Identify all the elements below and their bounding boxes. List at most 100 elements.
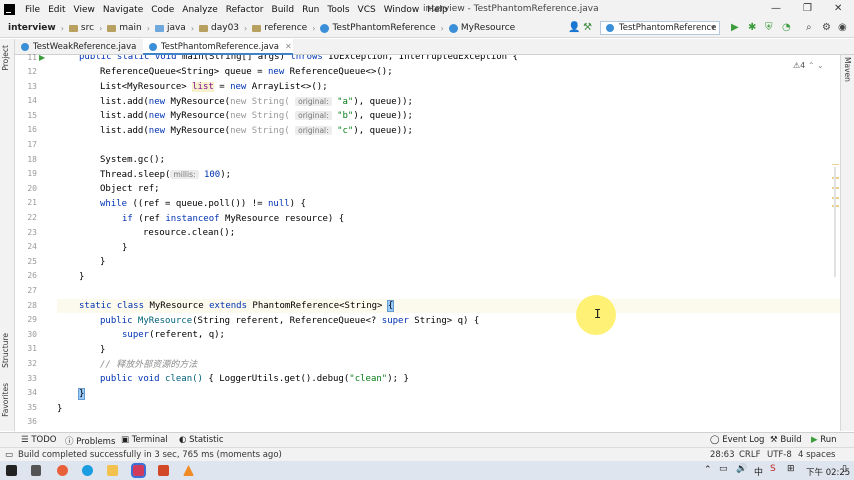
status-message[interactable]: Build completed successfully in 3 sec, 7… — [18, 450, 282, 460]
crumb-reference[interactable]: reference — [252, 23, 307, 33]
line-number: 21 — [27, 198, 37, 207]
error-stripe[interactable] — [831, 55, 840, 431]
file-explorer-icon[interactable] — [107, 465, 118, 476]
coverage-icon[interactable]: ⛨ — [765, 22, 773, 33]
crumb-java[interactable]: java — [154, 23, 186, 33]
code-line-31: } — [100, 345, 106, 355]
tool-structure[interactable]: Structure — [1, 333, 10, 368]
package-icon — [199, 24, 209, 32]
menu-run[interactable]: Run — [302, 5, 319, 15]
browser-icon[interactable] — [57, 465, 68, 476]
volume-icon[interactable]: 🔊 — [736, 464, 747, 474]
code-line-32: // 释放外部资源的方法 — [100, 360, 198, 370]
menu-analyze[interactable]: Analyze — [182, 5, 217, 15]
crumb-main[interactable]: main — [107, 23, 142, 33]
menu-bar: File Edit View Navigate Code Analyze Ref… — [0, 0, 854, 19]
parameter-hint: original: — [295, 126, 332, 135]
warnings-indicator[interactable]: ⚠4 ⌃ ⌄ — [793, 61, 824, 70]
line-number: 33 — [27, 374, 37, 383]
run-configuration-select[interactable]: TestPhantomReference ▾ — [600, 21, 720, 35]
menu-window[interactable]: Window — [384, 5, 420, 15]
hammer-icon[interactable]: ⚒ — [583, 22, 592, 33]
menu-refactor[interactable]: Refactor — [226, 5, 264, 15]
menu-navigate[interactable]: Navigate — [103, 5, 143, 15]
code-editor[interactable]: public static void main(String[] args) t… — [57, 55, 840, 431]
code-line-19: Thread.sleep(millis: 100); — [100, 170, 232, 180]
powerpoint-icon[interactable] — [158, 465, 169, 476]
line-number: 19 — [27, 169, 37, 178]
caret-position[interactable]: 28:63 — [710, 450, 735, 460]
tool-project[interactable]: Project — [1, 45, 10, 71]
line-number: 12 — [27, 67, 37, 76]
file-encoding[interactable]: UTF-8 — [767, 450, 792, 460]
intellij-taskbar-icon[interactable] — [131, 463, 146, 478]
event-log-button[interactable]: ◯ Event Log — [710, 435, 764, 445]
menu-code[interactable]: Code — [151, 5, 174, 15]
tab-testphantomreference[interactable]: TestPhantomReference.java ✕ — [143, 39, 293, 55]
vlc-icon[interactable] — [183, 465, 194, 476]
line-number-gutter: 11 12 13 14 15 16 17 18 19 20 21 22 23 2… — [15, 53, 57, 431]
code-line-14: list.add(new MyResource(new String( orig… — [100, 97, 413, 107]
debug-icon[interactable]: ✱ — [748, 22, 756, 33]
ide-features-icon[interactable]: ◉ — [838, 22, 847, 33]
profile-icon[interactable]: ◔ — [782, 22, 791, 33]
crumb-project[interactable]: interview — [8, 23, 56, 33]
chevron-right-icon: › — [190, 23, 195, 33]
build-button[interactable]: ⚒ Build — [770, 435, 802, 445]
run-button[interactable]: ▶ Run — [811, 435, 837, 445]
run-config-label: TestPhantomReference — [619, 23, 717, 33]
run-icon[interactable]: ▶ — [731, 22, 739, 33]
status-bar: ▭ Build completed successfully in 3 sec,… — [0, 447, 854, 461]
close-icon[interactable]: ✕ — [834, 3, 842, 14]
code-line-21: while ((ref = queue.poll()) != null) { — [100, 199, 306, 209]
chevron-right-icon: › — [244, 23, 248, 33]
notification-icon[interactable]: ▯ — [842, 464, 847, 474]
line-number: 15 — [27, 111, 37, 120]
settings-icon[interactable]: ⚙ — [822, 22, 831, 33]
line-number: 27 — [27, 286, 37, 295]
code-line-18: System.gc(); — [100, 155, 166, 165]
problems-button[interactable]: ⓘ Problems — [65, 435, 115, 447]
class-icon — [149, 43, 157, 51]
code-line-12: ReferenceQueue<String> queue = new Refer… — [100, 67, 393, 77]
crumb-src[interactable]: src — [68, 23, 94, 33]
menu-file[interactable]: File — [25, 5, 40, 15]
tool-maven[interactable]: Maven — [843, 57, 852, 82]
line-number: 16 — [27, 125, 37, 134]
terminal-button[interactable]: ▣ Terminal — [121, 435, 168, 445]
tray-chevron-icon[interactable]: ⌃ — [704, 465, 712, 475]
code-line-20: Object ref; — [100, 184, 160, 194]
input-language[interactable]: 中 — [754, 465, 763, 478]
line-number: 34 — [27, 388, 37, 397]
crumb-day03[interactable]: day03 — [199, 23, 239, 33]
windows-start-icon[interactable] — [6, 465, 17, 476]
search-icon[interactable]: ⌕ — [806, 22, 812, 33]
statistic-button[interactable]: ◐ Statistic — [179, 435, 224, 445]
crumb-inner-class[interactable]: MyResource — [448, 23, 515, 33]
line-separator[interactable]: CRLF — [739, 450, 760, 460]
minimize-icon[interactable]: — — [771, 3, 781, 14]
code-line-26: } — [79, 272, 85, 282]
ime-icon[interactable]: S — [770, 464, 776, 474]
task-view-icon[interactable] — [31, 465, 41, 476]
menu-build[interactable]: Build — [272, 5, 295, 15]
tool-favorites[interactable]: Favorites — [1, 383, 10, 417]
todo-button[interactable]: ☰ TODO — [21, 435, 56, 445]
chevron-down-icon: ▾ — [710, 23, 715, 32]
chevron-right-icon: › — [60, 23, 64, 33]
network-icon[interactable]: ▭ — [719, 464, 728, 474]
maximize-icon[interactable]: ❐ — [803, 3, 812, 14]
run-gutter-icon[interactable]: ▶ — [39, 53, 45, 62]
crumb-class[interactable]: TestPhantomReference — [320, 23, 436, 33]
code-line-30: super(referent, q); — [122, 330, 225, 340]
indent-setting[interactable]: 4 spaces — [798, 450, 835, 460]
menu-tools[interactable]: Tools — [327, 5, 349, 15]
grid-icon[interactable]: ⊞ — [787, 464, 795, 474]
user-icon[interactable]: 👤 — [568, 22, 580, 33]
close-tab-icon[interactable]: ✕ — [285, 42, 292, 51]
edge-icon[interactable] — [82, 465, 93, 476]
menu-vcs[interactable]: VCS — [358, 5, 376, 15]
menu-view[interactable]: View — [74, 5, 95, 15]
line-number: 32 — [27, 359, 37, 368]
menu-edit[interactable]: Edit — [48, 5, 65, 15]
